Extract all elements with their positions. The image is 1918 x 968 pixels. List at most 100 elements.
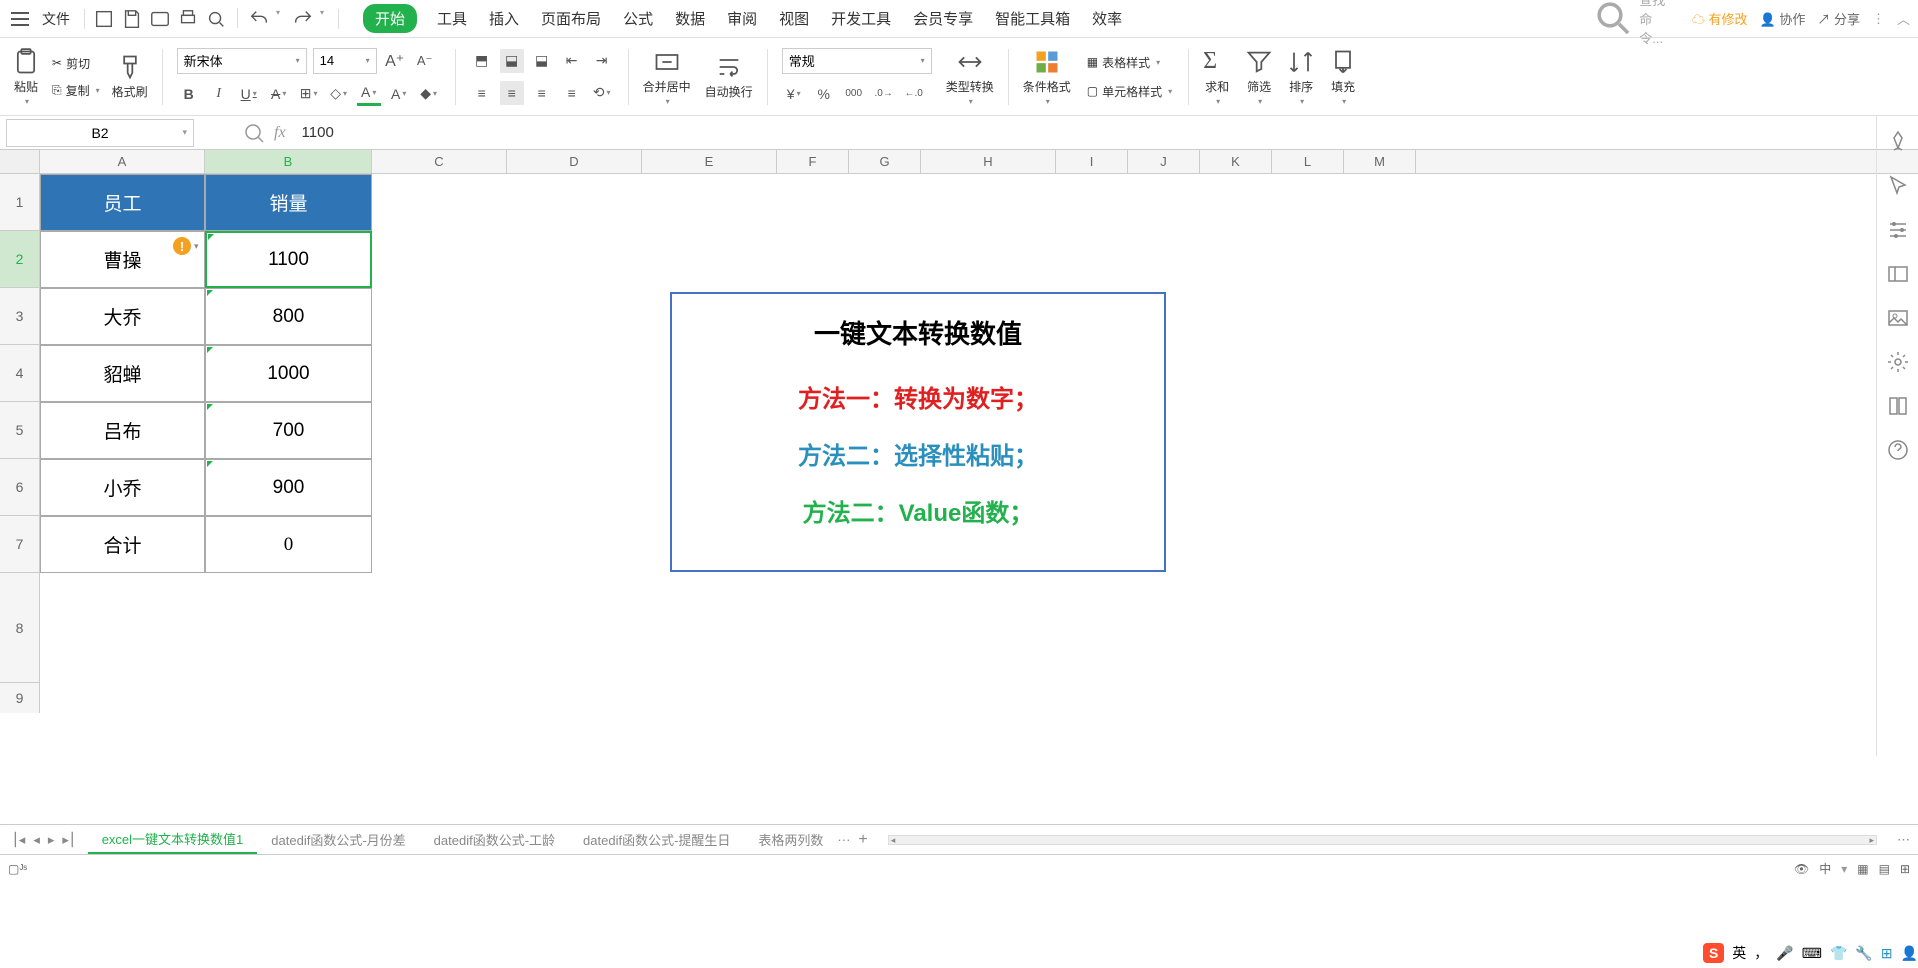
status-icon[interactable]: ▢ᴶˢ bbox=[8, 862, 27, 876]
tab-review[interactable]: 审阅 bbox=[725, 4, 759, 33]
align-top-icon[interactable]: ⬒ bbox=[470, 49, 494, 73]
add-sheet-button[interactable]: + bbox=[850, 831, 875, 849]
align-left-icon[interactable]: ≡ bbox=[470, 81, 494, 105]
cell-B2[interactable]: 1100 bbox=[205, 231, 372, 288]
sheet-tab-active[interactable]: excel一键文本转换数值1 bbox=[88, 825, 258, 854]
tab-member[interactable]: 会员专享 bbox=[911, 4, 975, 33]
cell-B4[interactable]: 1000 bbox=[205, 345, 372, 402]
cell-A3[interactable]: 大乔 bbox=[40, 288, 205, 345]
col-header-A[interactable]: A bbox=[40, 150, 205, 173]
pointer-icon[interactable] bbox=[1886, 174, 1910, 198]
col-header-J[interactable]: J bbox=[1128, 150, 1200, 173]
align-right-icon[interactable]: ≡ bbox=[530, 81, 554, 105]
tab-tools[interactable]: 工具 bbox=[435, 4, 469, 33]
first-sheet-icon[interactable]: ⎮◂ bbox=[12, 832, 25, 848]
qat-icon-1[interactable] bbox=[93, 8, 115, 30]
thousands-icon[interactable]: 000 bbox=[842, 82, 866, 106]
redo-dropdown[interactable]: ▾ bbox=[320, 8, 330, 30]
book-icon[interactable] bbox=[1886, 394, 1910, 418]
namebox-dropdown-icon[interactable]: ▾ bbox=[182, 127, 187, 138]
cell-A5[interactable]: 吕布 bbox=[40, 402, 205, 459]
sheet-tab-3[interactable]: datedif函数公式-提醒生日 bbox=[569, 826, 744, 853]
merge-button[interactable]: 合并居中▾ bbox=[643, 48, 691, 106]
borders-button[interactable]: ⊞▾ bbox=[297, 82, 321, 106]
justify-icon[interactable]: ≡ bbox=[560, 81, 584, 105]
error-warning-icon[interactable]: ! bbox=[173, 237, 191, 255]
more-icon[interactable]: ⋮ bbox=[1872, 11, 1885, 27]
undo-dropdown[interactable]: ▾ bbox=[276, 8, 286, 30]
align-center-icon[interactable]: ≡ bbox=[500, 81, 524, 105]
settings-slider-icon[interactable] bbox=[1886, 218, 1910, 242]
cell-style-button[interactable]: ▢单元格样式▾ bbox=[1085, 81, 1174, 102]
lang-indicator[interactable]: 英 bbox=[1732, 943, 1746, 963]
share-button[interactable]: ↗ 分享 bbox=[1817, 9, 1860, 28]
row-header-9[interactable]: 9 bbox=[0, 683, 40, 713]
paste-button[interactable]: 粘贴▾ bbox=[12, 48, 40, 106]
file-menu[interactable]: 文件 bbox=[36, 9, 76, 29]
gear-icon[interactable] bbox=[1886, 350, 1910, 374]
align-bottom-icon[interactable]: ⬓ bbox=[530, 49, 554, 73]
view-eye-icon[interactable]: 👁 bbox=[1794, 862, 1809, 876]
formula-bar[interactable]: 1100 bbox=[302, 124, 334, 141]
tab-view[interactable]: 视图 bbox=[777, 4, 811, 33]
user-icon[interactable]: 👤 bbox=[1901, 945, 1918, 962]
sum-button[interactable]: Σ 求和▾ bbox=[1203, 48, 1231, 106]
increase-decimal-icon[interactable]: .0→ bbox=[872, 82, 896, 106]
increase-font-icon[interactable]: A⁺ bbox=[383, 49, 407, 73]
col-header-B[interactable]: B bbox=[205, 150, 372, 173]
next-sheet-icon[interactable]: ▸ bbox=[48, 832, 55, 848]
tab-dev[interactable]: 开发工具 bbox=[829, 4, 893, 33]
prev-sheet-icon[interactable]: ◂ bbox=[33, 832, 40, 848]
view-page-icon[interactable]: ▤ bbox=[1879, 862, 1890, 876]
tab-start[interactable]: 开始 bbox=[363, 4, 417, 33]
save-icon[interactable] bbox=[121, 8, 143, 30]
cell-A1[interactable]: 员工 bbox=[40, 174, 205, 231]
row-header-3[interactable]: 3 bbox=[0, 288, 40, 345]
decrease-decimal-icon[interactable]: ←.0 bbox=[902, 82, 926, 106]
strikethrough-button[interactable]: A▾ bbox=[267, 82, 291, 106]
undo-icon[interactable] bbox=[248, 8, 270, 30]
preview-icon[interactable] bbox=[205, 8, 227, 30]
col-header-I[interactable]: I bbox=[1056, 150, 1128, 173]
panel-icon[interactable] bbox=[1886, 262, 1910, 286]
currency-icon[interactable]: ¥▾ bbox=[782, 82, 806, 106]
fx-icon[interactable]: fx bbox=[274, 124, 286, 142]
sheet-tab-1[interactable]: datedif函数公式-月份差 bbox=[257, 826, 419, 853]
type-convert-button[interactable]: 类型转换▾ bbox=[946, 48, 994, 106]
ime-badge-icon[interactable]: S bbox=[1703, 943, 1724, 963]
view-layout-icon[interactable]: ⊞ bbox=[1900, 862, 1910, 876]
format-painter-button[interactable]: 格式刷 bbox=[112, 53, 148, 100]
grid-apps-icon[interactable]: ⊞ bbox=[1881, 945, 1893, 962]
view-normal-icon[interactable]: ▦ bbox=[1857, 862, 1868, 876]
cell-A7[interactable]: 合计 bbox=[40, 516, 205, 573]
command-search[interactable]: 查找命令... bbox=[1585, 0, 1680, 50]
col-header-K[interactable]: K bbox=[1200, 150, 1272, 173]
cell-B7[interactable]: 0 bbox=[205, 516, 372, 573]
collapse-ribbon-icon[interactable]: ︿ bbox=[1897, 9, 1910, 28]
col-header-L[interactable]: L bbox=[1272, 150, 1344, 173]
keyboard-icon[interactable]: ⌨ bbox=[1802, 945, 1822, 962]
wrap-button[interactable]: 自动换行 bbox=[705, 53, 753, 100]
cell-B3[interactable]: 800 bbox=[205, 288, 372, 345]
sheet-tab-2[interactable]: datedif函数公式-工龄 bbox=[420, 826, 569, 853]
increase-indent-icon[interactable]: ⇥ bbox=[590, 49, 614, 73]
last-sheet-icon[interactable]: ▸⎮ bbox=[62, 832, 75, 848]
number-format-selector[interactable]: 常规▾ bbox=[782, 48, 932, 74]
toolbox-icon[interactable]: 🔧 bbox=[1855, 945, 1872, 962]
sheet-menu-icon[interactable]: ⋯ bbox=[1889, 832, 1918, 848]
cut-button[interactable]: ✂剪切 bbox=[50, 53, 102, 74]
name-box[interactable]: B2 ▾ bbox=[6, 119, 194, 147]
font-selector[interactable]: 新宋体▾ bbox=[177, 48, 307, 74]
rocket-icon[interactable] bbox=[1886, 130, 1910, 154]
error-dropdown-icon[interactable]: ▾ bbox=[194, 241, 199, 252]
highlight-button[interactable]: A▾ bbox=[387, 82, 411, 106]
copy-button[interactable]: ⎘复制▾ bbox=[50, 80, 102, 101]
percent-icon[interactable]: % bbox=[812, 82, 836, 106]
row-header-5[interactable]: 5 bbox=[0, 402, 40, 459]
tab-layout[interactable]: 页面布局 bbox=[539, 4, 603, 33]
help-icon[interactable] bbox=[1886, 438, 1910, 462]
sheet-more-icon[interactable]: ··· bbox=[837, 832, 850, 847]
horizontal-scrollbar[interactable]: ◂ ▸ bbox=[888, 835, 1877, 845]
decrease-font-icon[interactable]: A⁻ bbox=[413, 49, 437, 73]
col-header-D[interactable]: D bbox=[507, 150, 642, 173]
